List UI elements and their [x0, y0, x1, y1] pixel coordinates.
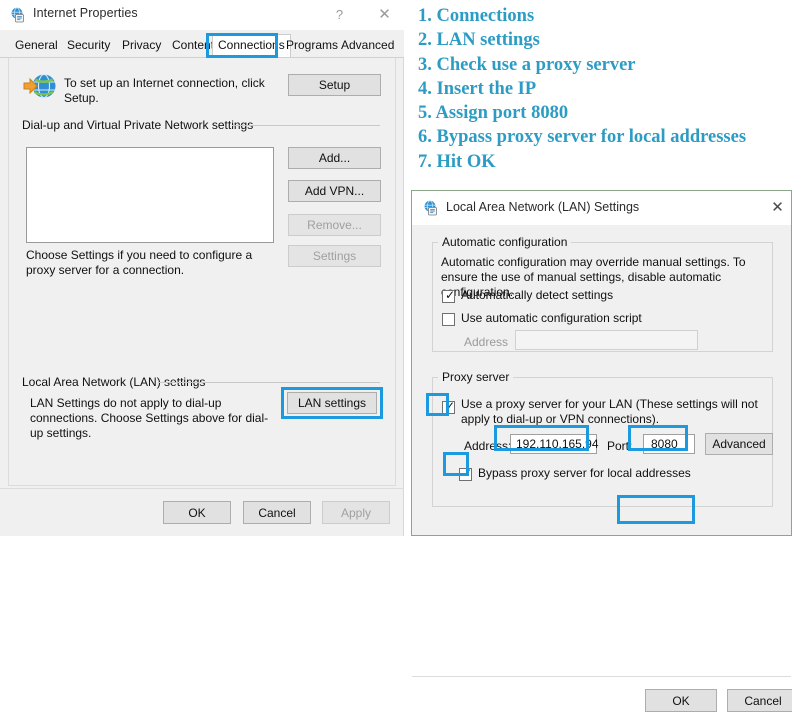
step-item-3: 3. Check use a proxy server [418, 54, 636, 75]
step-item-7: 7. Hit OK [418, 151, 496, 172]
automatically-detect-settings-checkbox[interactable]: ✓ [442, 288, 456, 303]
bypass-proxy-checkbox[interactable]: ✓ [459, 466, 473, 481]
remove-button: Remove... [288, 214, 381, 236]
add-vpn-button[interactable]: Add VPN... [288, 180, 381, 202]
use-automatic-configuration-script-checkbox[interactable] [442, 313, 455, 326]
proxy-port-input[interactable]: 8080 [643, 434, 695, 454]
lan-footer-separator [412, 676, 791, 677]
settings-button: Settings [288, 245, 381, 267]
use-automatic-configuration-script-label[interactable]: Use automatic configuration script [461, 311, 642, 326]
dialup-group-label: Dial-up and Virtual Private Network sett… [22, 118, 259, 132]
internet-properties-titlebar: Internet Properties ? ✕ [0, 0, 404, 30]
step-item-4: 4. Insert the IP [418, 78, 537, 99]
checkmark-icon: ✓ [445, 399, 456, 413]
script-address-input [515, 330, 698, 350]
setup-button[interactable]: Setup [288, 74, 381, 96]
add-button[interactable]: Add... [288, 147, 381, 169]
apply-button: Apply [322, 501, 390, 524]
tab-programs[interactable]: Programs [281, 35, 343, 55]
lan-group-rule [158, 382, 380, 383]
choose-settings-description: Choose Settings if you need to configure… [26, 248, 253, 277]
step-item-6: 6. Bypass proxy server for local address… [418, 127, 747, 148]
use-proxy-server-checkbox[interactable]: ✓ [442, 399, 456, 414]
tab-security[interactable]: Security [62, 35, 115, 55]
lan-cancel-button[interactable]: Cancel [727, 689, 792, 712]
bypass-proxy-label[interactable]: Bypass proxy server for local addresses [478, 466, 691, 481]
close-button[interactable]: ✕ [362, 0, 407, 30]
step-item-2: 2. LAN settings [418, 30, 540, 51]
internet-properties-icon [11, 7, 24, 23]
proxy-port-label: Port: [607, 439, 633, 453]
footer-separator [0, 488, 404, 489]
tab-general[interactable]: General [10, 35, 63, 55]
automatically-detect-settings-label[interactable]: Automatically detect settings [461, 288, 613, 303]
proxy-address-value: 192.110.165.94 [516, 437, 599, 451]
tab-advanced[interactable]: Advanced [336, 35, 399, 55]
tab-connections[interactable]: Connections [212, 34, 291, 57]
lan-settings-titlebar: Local Area Network (LAN) Settings ✕ [412, 191, 791, 225]
lan-close-button[interactable]: ✕ [764, 191, 791, 225]
lan-window-title: Local Area Network (LAN) Settings [446, 200, 640, 214]
advanced-button[interactable]: Advanced [705, 433, 773, 455]
proxy-address-label: Address: [464, 439, 512, 453]
lan-settings-button[interactable]: LAN settings [287, 392, 377, 414]
ok-button[interactable]: OK [163, 501, 231, 524]
lan-settings-description: LAN Settings do not apply to dial-up con… [30, 396, 269, 440]
cancel-button[interactable]: Cancel [243, 501, 311, 524]
internet-connection-globe-icon [23, 73, 56, 99]
instruction-steps-list: 1. Connections 2. LAN settings 3. Check … [418, 4, 792, 174]
help-button[interactable]: ? [317, 0, 362, 30]
dialup-group-rule [232, 125, 380, 126]
checkmark-icon: ✓ [445, 288, 456, 302]
automatic-configuration-label: Automatic configuration [438, 235, 572, 249]
step-item-5: 5. Assign port 8080 [418, 103, 569, 124]
use-proxy-server-label[interactable]: Use a proxy server for your LAN (These s… [461, 397, 761, 427]
script-address-label: Address [464, 335, 509, 349]
step-item-1: 1. Connections [418, 6, 535, 26]
setup-description: To set up an Internet connection, click … [64, 76, 265, 105]
lan-settings-window: Local Area Network (LAN) Settings ✕ Auto… [411, 190, 792, 712]
lan-ok-button[interactable]: OK [645, 689, 717, 712]
window-title: Internet Properties [33, 6, 138, 20]
lan-settings-icon [424, 200, 437, 216]
internet-properties-window: Internet Properties ? ✕ General Security… [0, 0, 404, 536]
proxy-address-input[interactable]: 192.110.165.94 [510, 434, 599, 454]
proxy-server-label: Proxy server [438, 370, 514, 384]
lan-settings-body: Automatic configuration Automatic config… [422, 225, 783, 525]
checkmark-icon: ✓ [462, 466, 473, 480]
tab-strip: General Security Privacy Content Connect… [0, 30, 404, 58]
dialup-connections-list[interactable] [26, 147, 274, 243]
tab-privacy[interactable]: Privacy [117, 35, 166, 55]
